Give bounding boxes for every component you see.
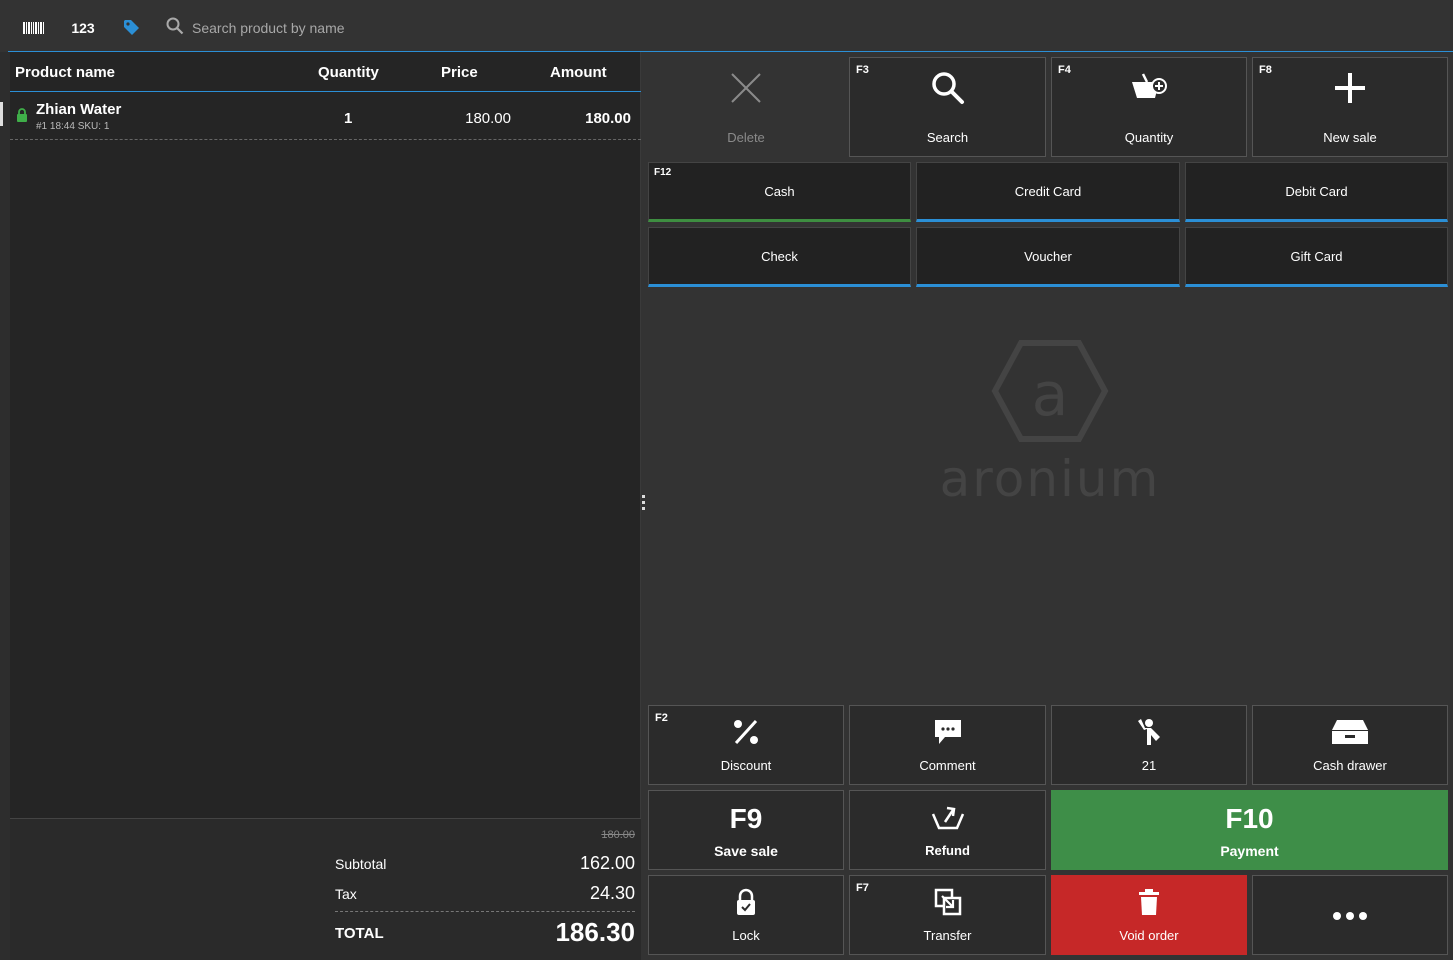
- totals-panel: 180.00 Subtotal 162.00 Tax 24.30 TOTAL 1…: [10, 818, 641, 960]
- lock-icon: [649, 884, 843, 920]
- customer-button[interactable]: 21: [1051, 705, 1247, 785]
- table-row[interactable]: Zhian Water #1 18:44 SKU: 1 1 180.00 180…: [10, 94, 641, 140]
- voucher-button[interactable]: Voucher: [916, 227, 1180, 287]
- discount-label: Discount: [720, 758, 772, 773]
- cash-drawer-icon: [1253, 714, 1447, 750]
- order-panel: Product name Quantity Price Amount Zhian…: [10, 52, 641, 960]
- new-sale-button[interactable]: F8 New sale: [1252, 57, 1448, 157]
- waving-person-icon: [1052, 714, 1246, 750]
- new-sale-label: New sale: [1323, 130, 1377, 145]
- totals-divider: [335, 911, 635, 912]
- credit-card-label: Credit Card: [1014, 183, 1082, 199]
- lock-icon: [16, 108, 28, 127]
- transfer-icon: [850, 884, 1045, 920]
- cash-drawer-label: Cash drawer: [1313, 758, 1387, 773]
- search-input[interactable]: [192, 20, 612, 36]
- refund-label: Refund: [925, 843, 970, 858]
- gift-card-label: Gift Card: [1290, 248, 1343, 264]
- left-edge-strip: [0, 52, 10, 960]
- product-quantity: 1: [344, 110, 353, 127]
- logo-text: aronium: [939, 450, 1161, 508]
- more-dots-icon: [1253, 898, 1447, 934]
- product-price: 180.00: [465, 110, 511, 127]
- save-sale-label: Save sale: [714, 843, 778, 859]
- delete-button[interactable]: Delete: [648, 57, 844, 157]
- column-price[interactable]: Price: [441, 64, 478, 81]
- transfer-label: Transfer: [923, 928, 972, 943]
- quantity-label: Quantity: [1124, 130, 1174, 145]
- cash-label: Cash: [764, 183, 795, 199]
- customer-label: 21: [1141, 758, 1157, 773]
- tax-value: 24.30: [589, 883, 635, 903]
- search-icon: [850, 70, 1045, 106]
- debit-card-button[interactable]: Debit Card: [1185, 162, 1448, 222]
- top-toolbar: 123: [0, 0, 1453, 52]
- payment-button[interactable]: F10 Payment: [1051, 790, 1448, 870]
- lock-label: Lock: [732, 928, 760, 943]
- cash-payment-button[interactable]: F12 Cash: [648, 162, 911, 222]
- product-amount: 180.00: [585, 110, 631, 127]
- total-value: 186.30: [555, 917, 635, 947]
- comment-button[interactable]: Comment: [849, 705, 1046, 785]
- panel-splitter-handle[interactable]: [642, 495, 646, 513]
- close-icon: [649, 70, 843, 106]
- plus-icon: [1253, 70, 1447, 106]
- cash-shortcut: F12: [654, 167, 672, 178]
- tax-label: Tax: [335, 886, 357, 902]
- search-bar: [166, 14, 626, 42]
- product-meta: #1 18:44 SKU: 1: [36, 121, 110, 132]
- column-quantity[interactable]: Quantity: [318, 64, 379, 81]
- gift-card-button[interactable]: Gift Card: [1185, 227, 1448, 287]
- refund-button[interactable]: Refund: [849, 790, 1046, 870]
- table-header: Product name Quantity Price Amount: [10, 52, 641, 92]
- check-label: Check: [761, 248, 798, 264]
- number-entry-button[interactable]: 123: [66, 14, 100, 42]
- search-button[interactable]: F3 Search: [849, 57, 1046, 157]
- voucher-label: Voucher: [1024, 248, 1072, 264]
- void-order-button[interactable]: Void order: [1051, 875, 1247, 955]
- discount-button[interactable]: F2 Discount: [648, 705, 844, 785]
- void-order-label: Void order: [1119, 928, 1179, 943]
- aronium-logo: a aronium: [935, 335, 1165, 515]
- delete-label: Delete: [727, 130, 765, 145]
- search-label: Search: [926, 130, 969, 145]
- cash-drawer-button[interactable]: Cash drawer: [1252, 705, 1448, 785]
- payment-shortcut: F10: [1225, 803, 1274, 834]
- column-product-name[interactable]: Product name: [15, 64, 115, 81]
- tag-icon[interactable]: [120, 14, 144, 42]
- subtotal-value: 162.00: [579, 853, 635, 873]
- basket-add-icon: [1052, 70, 1246, 106]
- payment-label: Payment: [1220, 843, 1279, 859]
- column-amount[interactable]: Amount: [550, 64, 607, 81]
- barcode-icon[interactable]: [22, 14, 46, 42]
- percent-icon: [649, 714, 843, 750]
- total-label: TOTAL: [335, 925, 384, 942]
- subtotal-label: Subtotal: [335, 856, 387, 872]
- svg-text:a: a: [1032, 360, 1069, 430]
- original-amount: 180.00: [601, 829, 635, 841]
- lock-button[interactable]: Lock: [648, 875, 844, 955]
- check-button[interactable]: Check: [648, 227, 911, 287]
- trash-icon: [1052, 884, 1246, 920]
- quantity-button[interactable]: F4 Quantity: [1051, 57, 1247, 157]
- comment-label: Comment: [919, 758, 976, 773]
- product-name: Zhian Water: [36, 101, 122, 118]
- debit-card-label: Debit Card: [1285, 183, 1348, 199]
- save-sale-button[interactable]: F9 Save sale: [648, 790, 844, 870]
- comment-icon: [850, 714, 1045, 750]
- save-sale-shortcut: F9: [729, 803, 763, 834]
- transfer-button[interactable]: F7 Transfer: [849, 875, 1046, 955]
- more-options-button[interactable]: [1252, 875, 1448, 955]
- refund-icon: [850, 801, 1045, 837]
- search-icon: [166, 17, 184, 40]
- credit-card-button[interactable]: Credit Card: [916, 162, 1180, 222]
